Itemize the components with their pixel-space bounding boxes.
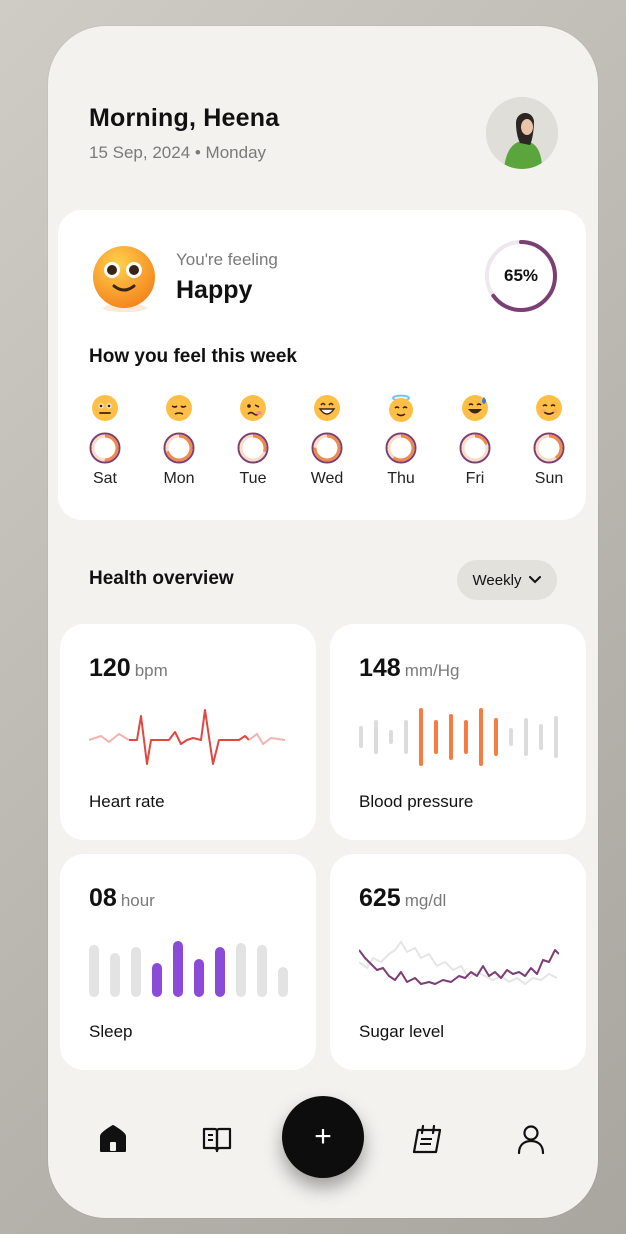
heart-rate-label: Heart rate xyxy=(89,792,165,811)
date-text: 15 Sep, 2024 • Monday xyxy=(89,143,267,162)
sleep-value: 08 xyxy=(89,884,117,912)
phone-screen: Morning, Heena 15 Sep, 2024 • Monday You… xyxy=(48,26,598,1218)
day-label: Sat xyxy=(92,470,117,487)
smiling-face-icon xyxy=(536,395,562,421)
day-item-sun[interactable]: Sun xyxy=(526,394,572,488)
day-item-mon[interactable]: Mon xyxy=(156,394,202,488)
day-mood-ring xyxy=(163,432,195,464)
journal-icon[interactable] xyxy=(200,1122,234,1156)
day-item-tue[interactable]: Tue xyxy=(230,394,276,488)
sugar-level-unit: mg/dl xyxy=(404,891,447,910)
day-mood-ring xyxy=(533,432,565,464)
sugar-level-graph xyxy=(359,940,559,986)
day-item-wed[interactable]: Wed xyxy=(304,394,350,488)
heart-rate-graph xyxy=(89,709,286,765)
day-item-thu[interactable]: Thu xyxy=(378,394,424,488)
avatar[interactable] xyxy=(486,97,558,169)
day-mood-ring xyxy=(237,432,269,464)
feeling-value: Happy xyxy=(176,276,253,304)
avatar-image xyxy=(486,97,558,169)
day-label: Mon xyxy=(163,470,195,487)
halo-face-icon xyxy=(389,394,413,422)
blood-pressure-label: Blood pressure xyxy=(359,792,474,811)
blood-pressure-card[interactable]: 148 mm/Hg Blood pressure xyxy=(330,624,586,840)
add-icon: + xyxy=(314,1120,332,1153)
header: Morning, Heena 15 Sep, 2024 • Monday xyxy=(89,104,279,163)
sugar-level-value: 625 xyxy=(359,884,401,912)
calendar-icon[interactable] xyxy=(410,1122,444,1156)
day-mood-ring xyxy=(385,432,417,464)
metric-value: 120 bpm xyxy=(89,654,168,683)
neutral-face-icon xyxy=(92,395,118,421)
woozy-face-icon xyxy=(240,395,266,421)
week-days: Sat Mon Tue Wed Thu Fri Sun xyxy=(82,394,572,488)
greeting-title: Morning, Heena xyxy=(89,104,280,132)
health-overview-title: Health overview xyxy=(89,568,234,589)
day-label: Thu xyxy=(387,470,415,487)
sleep-label: Sleep xyxy=(89,1022,133,1041)
heart-rate-unit: bpm xyxy=(134,661,168,680)
profile-icon[interactable] xyxy=(514,1122,548,1156)
pensive-face-icon xyxy=(166,395,192,421)
sugar-level-label: Sugar level xyxy=(359,1022,445,1041)
day-mood-ring xyxy=(311,432,343,464)
home-icon[interactable] xyxy=(96,1122,130,1156)
blood-pressure-value: 148 xyxy=(359,654,401,682)
feeling-label: You're feeling xyxy=(176,250,278,269)
happy-face-icon xyxy=(93,246,155,312)
grinning-face-icon xyxy=(314,395,340,421)
week-title: How you feel this week xyxy=(89,346,297,367)
metric-value: 148 mm/Hg xyxy=(359,654,460,683)
sleep-unit: hour xyxy=(120,891,155,910)
chevron-down-icon xyxy=(529,576,542,584)
blood-pressure-unit: mm/Hg xyxy=(404,661,460,680)
mood-percent-text: 65% xyxy=(503,266,539,285)
heart-rate-value: 120 xyxy=(89,654,131,682)
blood-pressure-graph xyxy=(359,708,558,766)
heart-rate-card[interactable]: 120 bpm Heart rate xyxy=(60,624,316,840)
weekly-filter-button[interactable]: Weekly xyxy=(457,560,557,600)
sleep-graph xyxy=(89,941,288,997)
day-mood-ring xyxy=(89,432,121,464)
day-mood-ring xyxy=(459,432,491,464)
weekly-filter-label: Weekly xyxy=(472,571,522,589)
sweat-smile-face-icon xyxy=(462,395,488,421)
day-label: Tue xyxy=(239,470,267,487)
metric-value: 08 hour xyxy=(89,884,155,913)
sugar-level-card[interactable]: 625 mg/dl Sugar level xyxy=(330,854,586,1070)
mood-card: You're feeling Happy 65% How you feel th… xyxy=(58,210,586,520)
day-label: Fri xyxy=(465,470,485,487)
day-label: Sun xyxy=(534,470,564,487)
sleep-card[interactable]: 08 hour Sleep xyxy=(60,854,316,1070)
metric-value: 625 mg/dl xyxy=(359,884,446,913)
day-label: Wed xyxy=(310,470,344,487)
add-button[interactable]: + xyxy=(282,1096,364,1178)
day-item-sat[interactable]: Sat xyxy=(82,394,128,488)
day-item-fri[interactable]: Fri xyxy=(452,394,498,488)
